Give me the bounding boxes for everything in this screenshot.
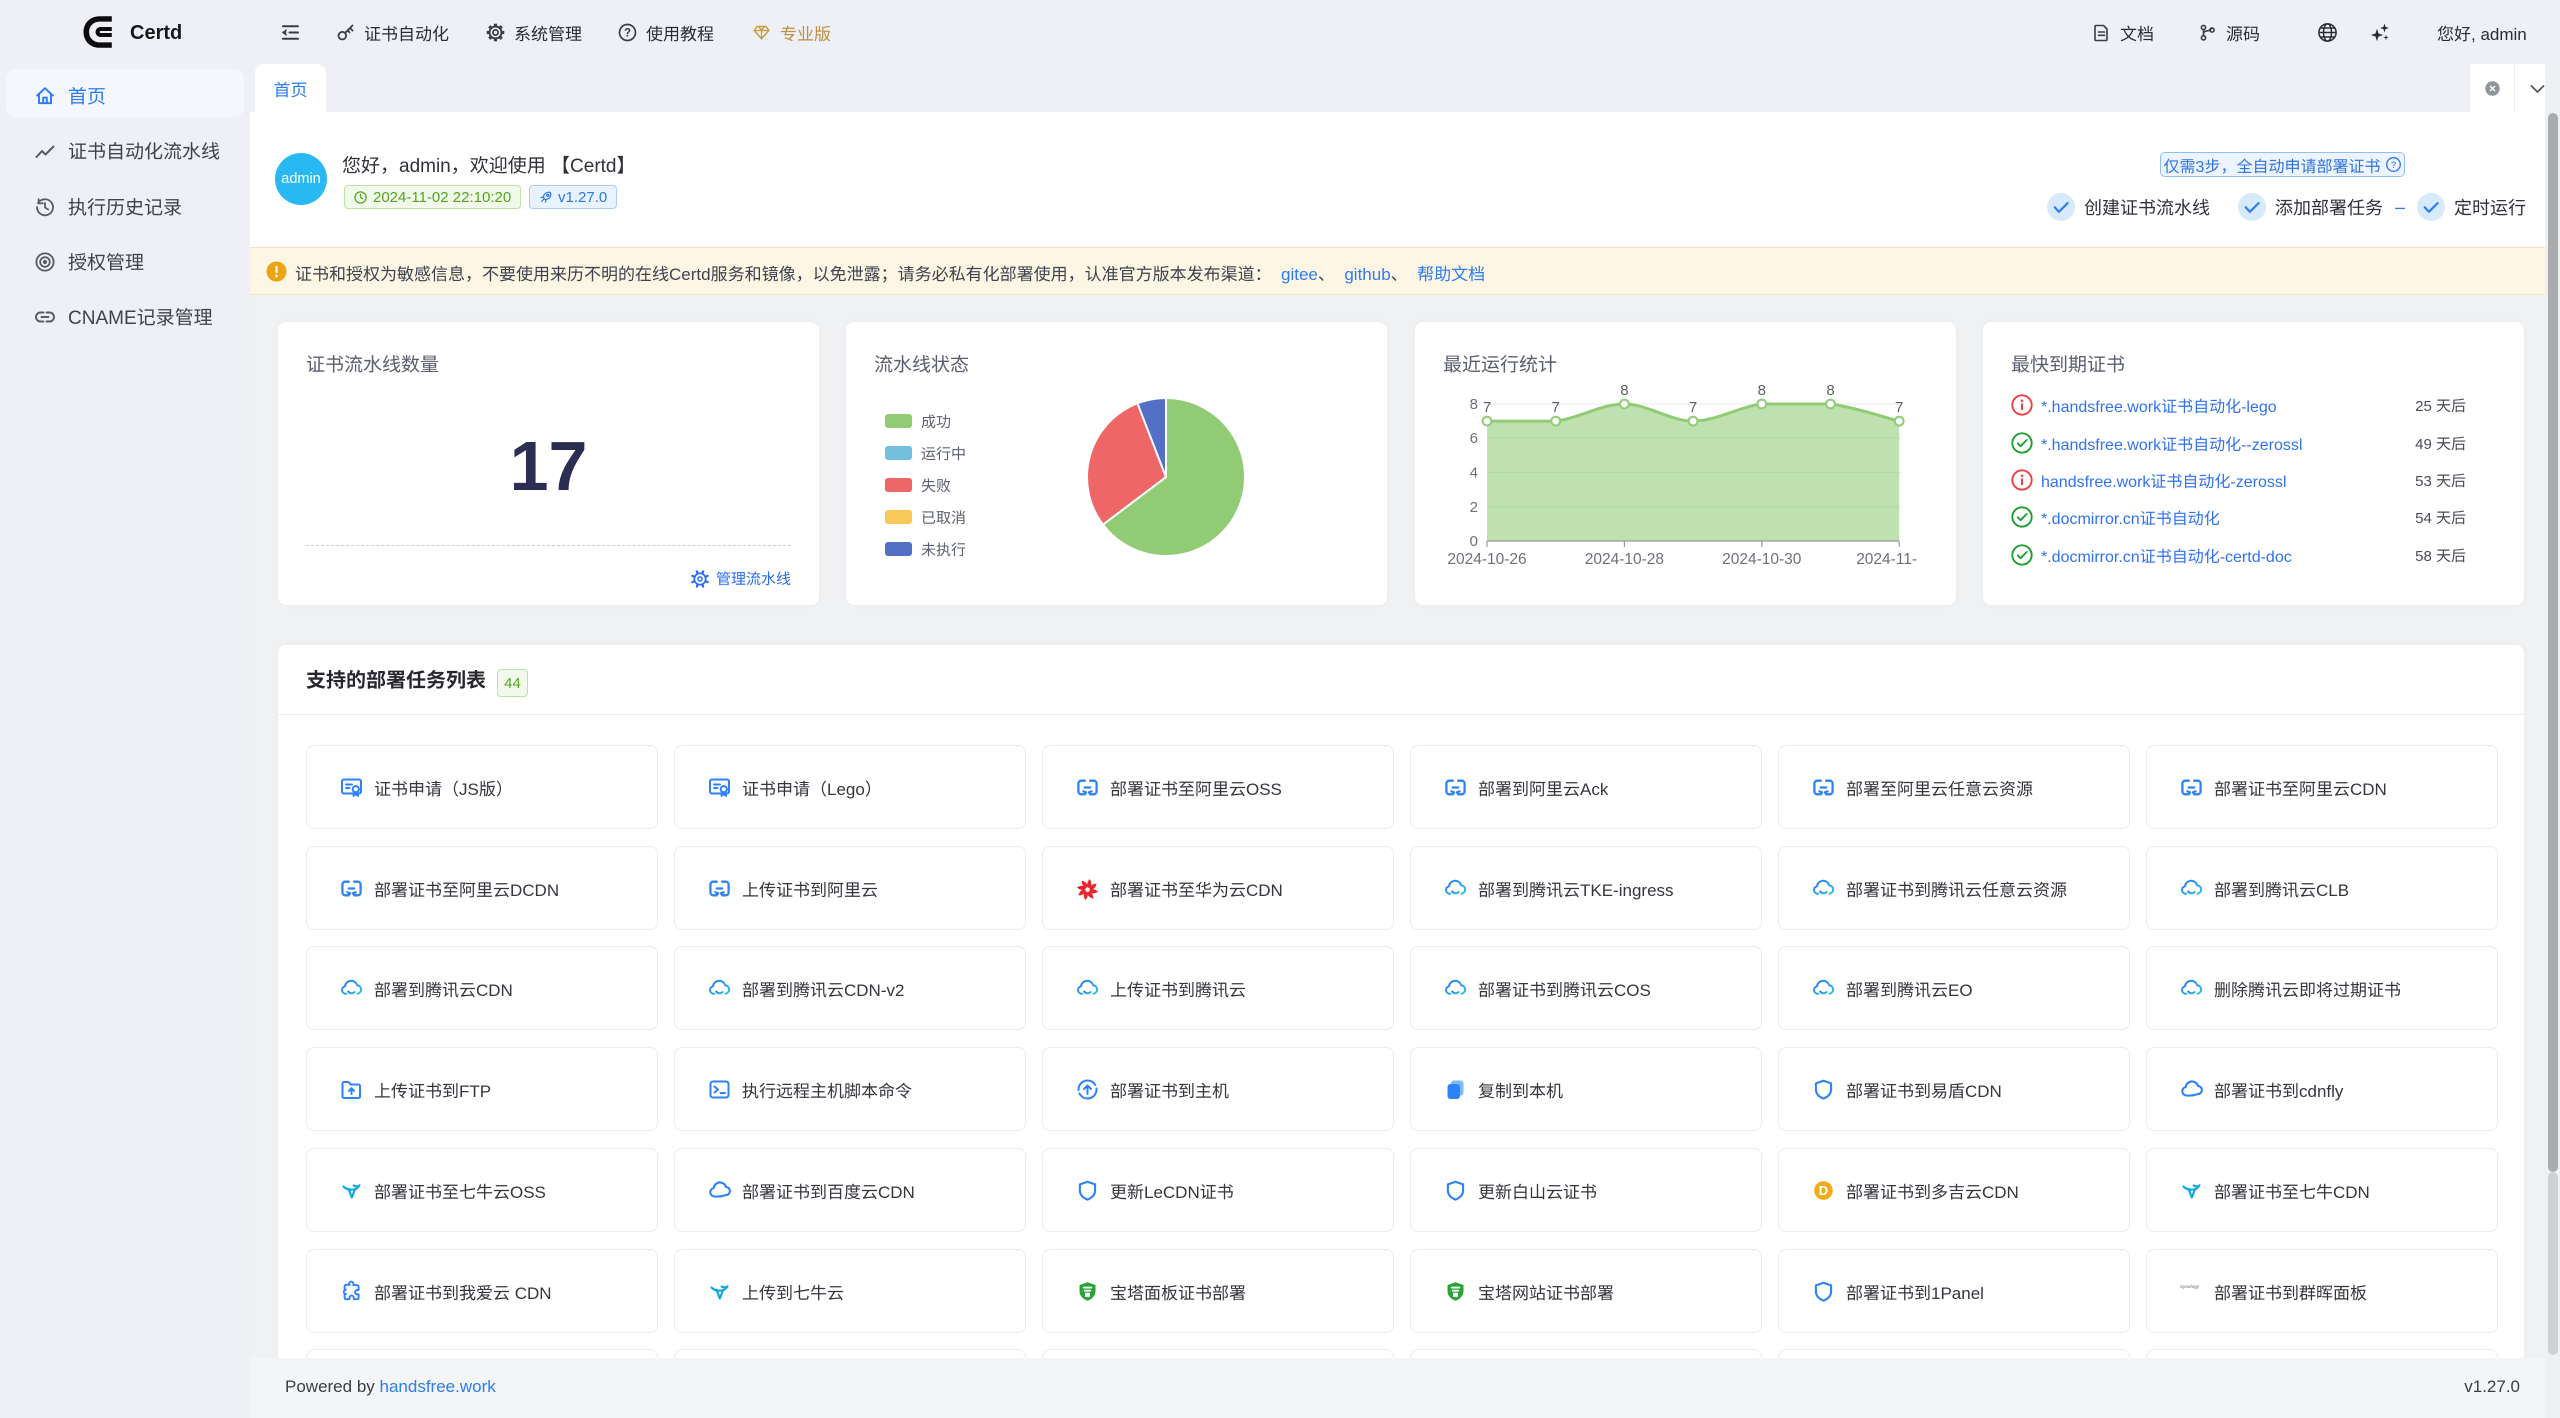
svg-text:2024-10-28: 2024-10-28 <box>1585 551 1664 568</box>
svg-text:2024-10-30: 2024-10-30 <box>1722 551 1802 568</box>
svg-text:8: 8 <box>1620 382 1628 399</box>
svg-text:8: 8 <box>1826 382 1834 399</box>
svg-text:8: 8 <box>1758 382 1766 399</box>
svg-text:0: 0 <box>1470 533 1478 550</box>
svg-text:2024-10-26: 2024-10-26 <box>1447 551 1526 568</box>
svg-text:?: ? <box>624 27 631 39</box>
svg-text:7: 7 <box>1689 399 1697 416</box>
svg-text:?: ? <box>2391 160 2396 171</box>
svg-text:2024-11-: 2024-11- <box>1856 551 1917 568</box>
svg-text:8: 8 <box>1470 396 1478 413</box>
svg-text:2: 2 <box>1470 499 1478 516</box>
svg-text:7: 7 <box>1483 399 1491 416</box>
svg-text:7: 7 <box>1895 399 1903 416</box>
svg-text:7: 7 <box>1552 399 1560 416</box>
svg-text:4: 4 <box>1470 465 1478 482</box>
svg-text:6: 6 <box>1470 430 1478 447</box>
